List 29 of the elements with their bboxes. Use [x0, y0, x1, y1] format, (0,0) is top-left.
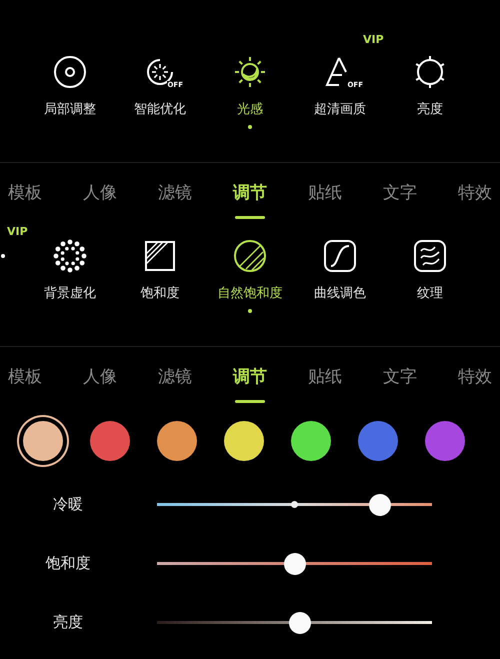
tab[interactable]: 文字 — [362, 347, 438, 407]
vip-label: VIP — [363, 33, 384, 46]
tab[interactable]: 滤镜 — [138, 347, 212, 407]
tab[interactable]: 滤镜 — [138, 163, 212, 223]
tab[interactable]: 特效 — [438, 347, 500, 407]
tab[interactable]: 调节 — [212, 163, 288, 223]
slider-label: 冷暖 — [52, 495, 84, 514]
tool-label[interactable]: 自然饱和度 — [218, 285, 282, 303]
tab[interactable]: 调节 — [212, 347, 288, 407]
tool-label[interactable]: 曲线调色 — [314, 285, 366, 303]
tab[interactable]: 人像 — [62, 163, 138, 223]
tab[interactable]: 文字 — [362, 163, 438, 223]
tool-label[interactable]: 超清画质 — [314, 101, 366, 119]
tool-label[interactable]: 亮度 — [417, 101, 443, 119]
tool-label[interactable]: 饱和度 — [140, 285, 180, 303]
tool-label[interactable]: 局部调整 — [44, 101, 96, 119]
tab[interactable]: 模板 — [0, 163, 62, 223]
tool-label[interactable]: 背景虚化 — [44, 285, 96, 303]
tool-label[interactable]: 纹理 — [417, 285, 443, 303]
tab[interactable]: 特效 — [438, 163, 500, 223]
tab[interactable]: 贴纸 — [288, 347, 362, 407]
slider-label: 饱和度 — [44, 554, 92, 573]
tab[interactable]: 贴纸 — [288, 163, 362, 223]
tool-label[interactable]: 智能优化 — [134, 101, 186, 119]
tool-label[interactable]: 光感 — [237, 101, 263, 119]
vip-label: VIP — [7, 225, 28, 238]
slider-label: 亮度 — [52, 613, 84, 632]
tab[interactable]: 人像 — [62, 347, 138, 407]
tab[interactable]: 模板 — [0, 347, 62, 407]
